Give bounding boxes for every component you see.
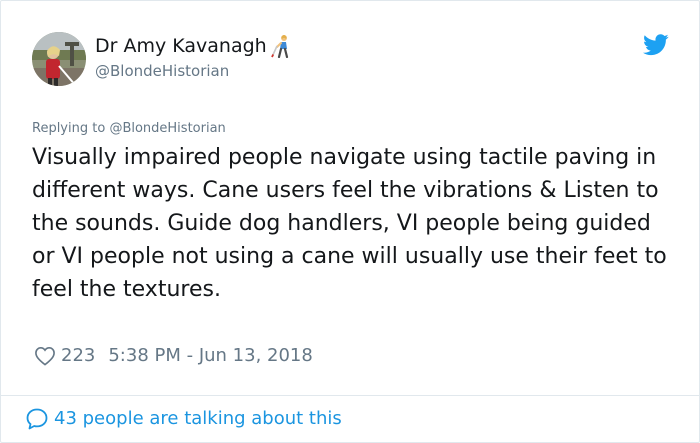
reply-prefix: Replying to [32,121,110,136]
author-name-row[interactable]: Dr Amy Kavanagh [95,34,293,59]
heart-icon[interactable] [34,346,56,366]
avatar[interactable] [32,32,86,86]
divider [1,395,699,396]
reply-context: Replying to @BlondeHistorian [32,120,226,138]
author-handle[interactable]: @BlondeHistorian [95,61,229,81]
tweet-meta: 223 5:38 PM - Jun 13, 2018 [34,344,313,368]
conversation-text[interactable]: 43 people are talking about this [54,407,342,431]
reply-handle-link[interactable]: @BlondeHistorian [109,121,225,136]
tweet-card: Dr Amy Kavanagh @BlondeHistorian Replyin… [0,0,700,443]
person-with-white-cane-emoji [270,34,293,59]
twitter-bird-icon[interactable] [643,34,669,56]
author-name[interactable]: Dr Amy Kavanagh [95,34,267,58]
conversation-link[interactable]: 43 people are talking about this [25,407,342,431]
like-count[interactable]: 223 [61,344,95,368]
speech-bubble-icon [25,407,49,431]
tweet-text: Visually impaired people navigate using … [32,145,667,302]
tweet-timestamp[interactable]: 5:38 PM - Jun 13, 2018 [108,344,312,368]
